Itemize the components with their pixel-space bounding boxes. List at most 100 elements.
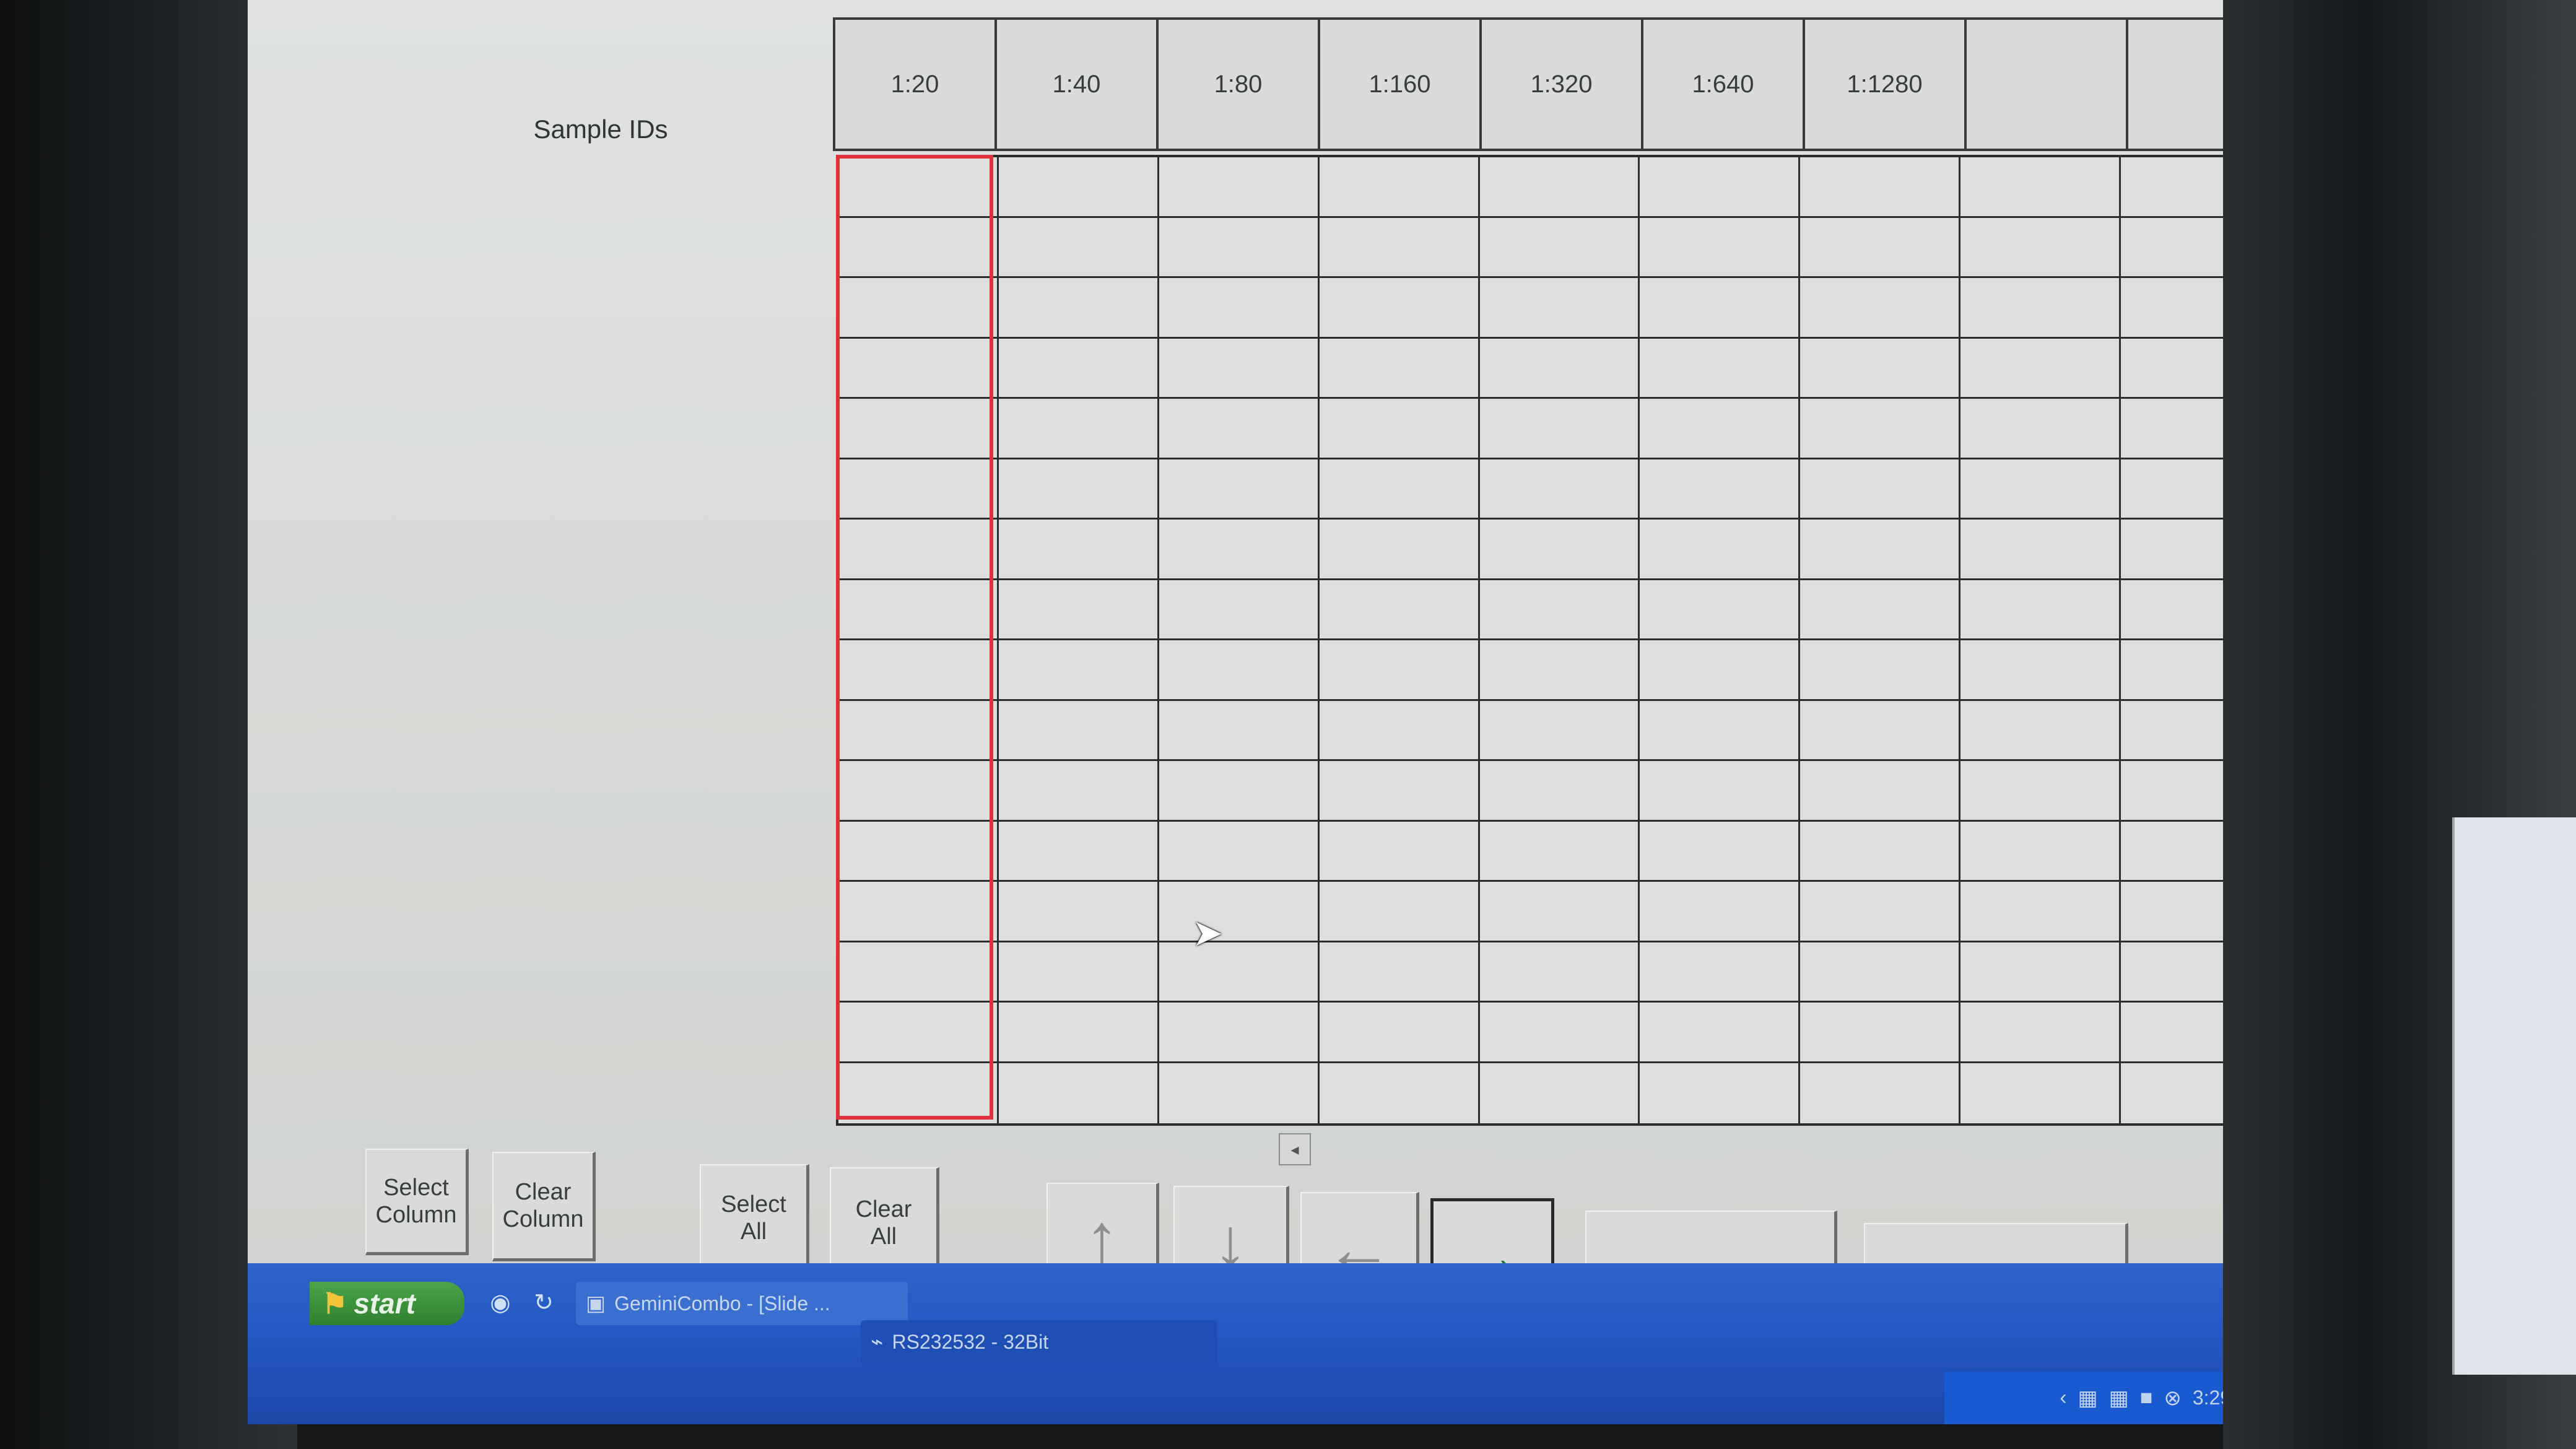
grid-cell[interactable] <box>1479 157 1640 218</box>
grid-cell[interactable] <box>1640 338 1801 399</box>
grid-cell[interactable] <box>838 1063 999 1123</box>
grid-cell[interactable] <box>1640 640 1801 701</box>
grid-cell[interactable] <box>1159 459 1320 520</box>
dilution-header-2[interactable]: 1:40 <box>997 20 1159 149</box>
browser-icon[interactable]: ◉ <box>486 1288 515 1316</box>
grid-cell[interactable] <box>838 821 999 882</box>
grid-cell[interactable] <box>1319 580 1480 640</box>
network-icon[interactable]: ▦ <box>2078 1386 2098 1411</box>
grid-cell[interactable] <box>998 459 1159 520</box>
grid-cell[interactable] <box>1800 700 1961 761</box>
grid-cell[interactable] <box>1960 520 2121 580</box>
grid-cell[interactable] <box>1479 640 1640 701</box>
grid-cell[interactable] <box>1640 459 1801 520</box>
grid-cell[interactable] <box>1479 942 1640 1003</box>
grid-cell[interactable] <box>1640 1063 1801 1123</box>
grid-cell[interactable] <box>838 520 999 580</box>
grid-cell[interactable] <box>1800 1003 1961 1063</box>
grid-cell[interactable] <box>998 399 1159 459</box>
grid-cell[interactable] <box>1319 278 1480 339</box>
grid-cell[interactable] <box>1800 399 1961 459</box>
grid-cell[interactable] <box>1640 399 1801 459</box>
grid-cell[interactable] <box>1640 1003 1801 1063</box>
grid-cell[interactable] <box>838 761 999 822</box>
grid-cell[interactable] <box>1159 882 1320 942</box>
grid-cell[interactable] <box>1640 580 1801 640</box>
tray-expand-icon[interactable]: ‹ <box>2060 1386 2066 1410</box>
grid-cell[interactable] <box>1800 640 1961 701</box>
grid-cell[interactable] <box>838 157 999 218</box>
grid-cell[interactable] <box>1640 157 1801 218</box>
grid-cell[interactable] <box>1159 761 1320 822</box>
grid-cell[interactable] <box>1479 761 1640 822</box>
network-icon[interactable]: ▦ <box>2109 1386 2129 1411</box>
grid-cell[interactable] <box>838 399 999 459</box>
grid-cell[interactable] <box>1640 942 1801 1003</box>
grid-cell[interactable] <box>998 217 1159 278</box>
grid-cell[interactable] <box>1319 821 1480 882</box>
grid-cell[interactable] <box>838 1003 999 1063</box>
dilution-header-5[interactable]: 1:320 <box>1482 20 1643 149</box>
grid-cell[interactable] <box>998 278 1159 339</box>
grid-cell[interactable] <box>1960 399 2121 459</box>
grid-cell[interactable] <box>1960 157 2121 218</box>
grid-cell[interactable] <box>1479 278 1640 339</box>
grid-cell[interactable] <box>1159 1003 1320 1063</box>
grid-cell[interactable] <box>1640 217 1801 278</box>
scroll-left-icon[interactable]: ◂ <box>1279 1133 1311 1165</box>
grid-cell[interactable] <box>1479 520 1640 580</box>
grid-cell[interactable] <box>1960 640 2121 701</box>
start-button[interactable]: ⚑ start <box>310 1282 464 1325</box>
grid-cell[interactable] <box>1480 1063 1640 1123</box>
grid-cell[interactable] <box>1319 217 1480 278</box>
refresh-icon[interactable]: ↻ <box>529 1288 558 1316</box>
grid-cell[interactable] <box>1960 942 2121 1003</box>
grid-cell[interactable] <box>1320 1063 1480 1123</box>
grid-cell[interactable] <box>1800 459 1961 520</box>
grid-cell[interactable] <box>1319 942 1480 1003</box>
grid-cell[interactable] <box>998 700 1159 761</box>
grid-cell[interactable] <box>1159 580 1320 640</box>
grid-cell[interactable] <box>1319 338 1480 399</box>
taskbar-item-rs232[interactable]: ⌁ RS232532 - 32Bit <box>861 1320 1217 1364</box>
grid-cell[interactable] <box>1319 520 1480 580</box>
grid-cell[interactable] <box>1159 640 1320 701</box>
grid-cell[interactable] <box>838 459 999 520</box>
clear-column-button[interactable]: Clear Column <box>492 1152 596 1261</box>
grid-cell[interactable] <box>1960 761 2121 822</box>
grid-cell[interactable] <box>838 942 999 1003</box>
grid-cell[interactable] <box>1960 821 2121 882</box>
dilution-header-1[interactable]: 1:20 <box>835 20 997 149</box>
grid-cell[interactable] <box>1479 1003 1640 1063</box>
grid-cell[interactable] <box>1479 338 1640 399</box>
dilution-header-7[interactable]: 1:1280 <box>1805 20 1967 149</box>
grid-cell[interactable] <box>1159 700 1320 761</box>
grid-cell[interactable] <box>1159 217 1320 278</box>
grid-cell[interactable] <box>998 761 1159 822</box>
grid-cell[interactable] <box>1960 338 2121 399</box>
grid-cell[interactable] <box>1800 942 1961 1003</box>
grid-cell[interactable] <box>1800 821 1961 882</box>
grid-cell[interactable] <box>1640 520 1801 580</box>
grid-cell[interactable] <box>1159 278 1320 339</box>
select-all-button[interactable]: Select All <box>700 1164 809 1274</box>
grid-cell[interactable] <box>998 942 1159 1003</box>
grid-cell[interactable] <box>1800 761 1961 822</box>
grid-cell[interactable] <box>1800 157 1961 218</box>
grid-cell[interactable] <box>1479 399 1640 459</box>
grid-cell[interactable] <box>838 338 999 399</box>
grid-cell[interactable] <box>838 882 999 942</box>
grid-cell[interactable] <box>838 700 999 761</box>
grid-cell[interactable] <box>998 640 1159 701</box>
grid-cell[interactable] <box>998 520 1159 580</box>
grid-cell[interactable] <box>1319 700 1480 761</box>
grid-cell[interactable] <box>1800 882 1961 942</box>
grid-cell[interactable] <box>1800 580 1961 640</box>
grid-cell[interactable] <box>1319 157 1480 218</box>
grid-cell[interactable] <box>1479 580 1640 640</box>
grid-cell[interactable] <box>999 1063 1159 1123</box>
grid-cell[interactable] <box>1960 459 2121 520</box>
grid-cell[interactable] <box>1800 278 1961 339</box>
grid-cell[interactable] <box>838 580 999 640</box>
grid-cell[interactable] <box>1960 580 2121 640</box>
